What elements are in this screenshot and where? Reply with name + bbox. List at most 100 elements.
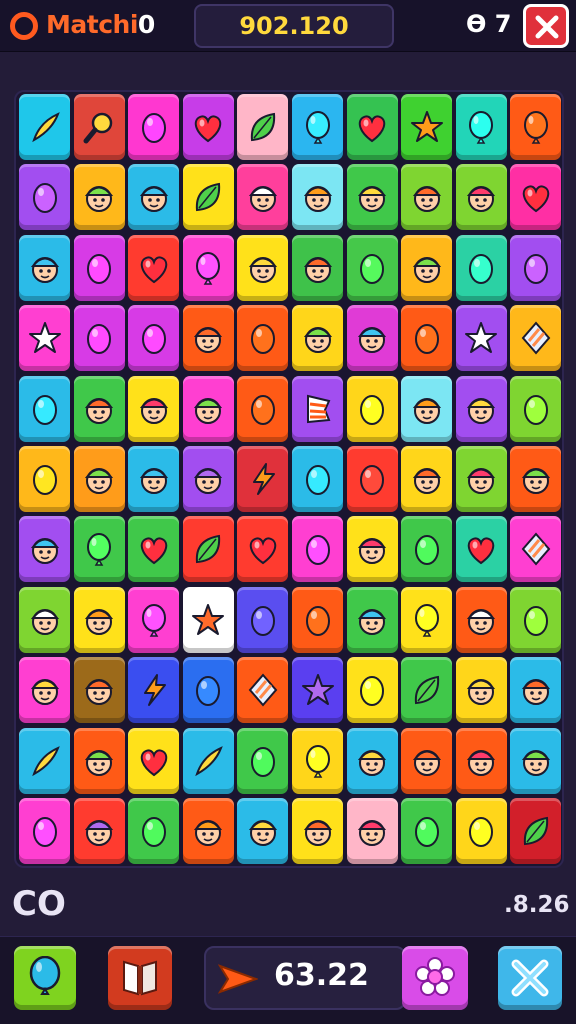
tile-face[interactable] bbox=[73, 446, 125, 512]
tile-face[interactable] bbox=[182, 305, 234, 372]
tile-face[interactable] bbox=[19, 234, 70, 301]
tile-face[interactable] bbox=[128, 375, 180, 442]
tile-egg[interactable] bbox=[19, 798, 70, 864]
tile-balloon[interactable] bbox=[292, 94, 343, 160]
tile-egg[interactable] bbox=[510, 586, 562, 653]
tile-star[interactable] bbox=[401, 94, 453, 160]
tile-magnifier[interactable] bbox=[73, 94, 125, 160]
tile-egg[interactable] bbox=[401, 798, 453, 864]
tile-heart[interactable] bbox=[237, 516, 289, 583]
tile-egg[interactable] bbox=[73, 234, 125, 301]
tile-face[interactable] bbox=[182, 798, 234, 864]
tile-face[interactable] bbox=[346, 305, 398, 372]
tile-balloon[interactable] bbox=[292, 727, 343, 794]
tile-face[interactable] bbox=[346, 727, 398, 794]
tile-face[interactable] bbox=[401, 446, 453, 512]
tile-egg[interactable] bbox=[182, 657, 234, 724]
tile-face[interactable] bbox=[19, 516, 70, 583]
tile-face[interactable] bbox=[237, 234, 289, 301]
tile-face[interactable] bbox=[182, 446, 234, 512]
tile-heart[interactable] bbox=[346, 94, 398, 160]
tile-egg[interactable] bbox=[128, 798, 180, 864]
tile-heart[interactable] bbox=[182, 94, 234, 160]
tile-egg[interactable] bbox=[237, 727, 289, 794]
tile-balloon[interactable] bbox=[455, 94, 507, 160]
tile-face[interactable] bbox=[346, 586, 398, 653]
tile-leaf[interactable] bbox=[182, 516, 234, 583]
shuffle-button[interactable] bbox=[498, 946, 562, 1010]
tile-leaf[interactable] bbox=[182, 164, 234, 231]
tile-egg[interactable] bbox=[292, 516, 343, 583]
tile-face[interactable] bbox=[73, 727, 125, 794]
tile-egg[interactable] bbox=[510, 375, 562, 442]
tile-face[interactable] bbox=[292, 798, 343, 864]
close-button[interactable] bbox=[523, 4, 569, 48]
tile-egg[interactable] bbox=[19, 446, 70, 512]
tile-face[interactable] bbox=[128, 164, 180, 231]
tile-flame[interactable] bbox=[128, 657, 180, 724]
tile-face[interactable] bbox=[510, 657, 562, 724]
tile-heart[interactable] bbox=[128, 727, 180, 794]
tile-egg[interactable] bbox=[237, 375, 289, 442]
tile-face[interactable] bbox=[128, 446, 180, 512]
tile-star[interactable] bbox=[455, 305, 507, 372]
tile-face[interactable] bbox=[401, 234, 453, 301]
tile-egg[interactable] bbox=[237, 586, 289, 653]
tile-egg[interactable] bbox=[128, 94, 180, 160]
tile-face[interactable] bbox=[510, 446, 562, 512]
tile-face[interactable] bbox=[73, 657, 125, 724]
tile-heart[interactable] bbox=[128, 234, 180, 301]
tile-egg[interactable] bbox=[346, 657, 398, 724]
tile-face[interactable] bbox=[455, 164, 507, 231]
tile-face[interactable] bbox=[455, 586, 507, 653]
tile-face[interactable] bbox=[455, 727, 507, 794]
tile-feather[interactable] bbox=[182, 727, 234, 794]
tile-face[interactable] bbox=[237, 164, 289, 231]
tile-leaf[interactable] bbox=[510, 798, 562, 864]
tile-heart[interactable] bbox=[128, 516, 180, 583]
tile-feather[interactable] bbox=[19, 727, 70, 794]
tile-face[interactable] bbox=[73, 375, 125, 442]
tile-egg[interactable] bbox=[346, 375, 398, 442]
tile-face[interactable] bbox=[510, 727, 562, 794]
tile-egg[interactable] bbox=[346, 234, 398, 301]
tile-flame[interactable] bbox=[237, 446, 289, 512]
tile-face[interactable] bbox=[401, 727, 453, 794]
tile-leaf[interactable] bbox=[237, 94, 289, 160]
hint-balloon-button[interactable] bbox=[14, 946, 76, 1010]
tile-egg[interactable] bbox=[128, 305, 180, 372]
tile-egg[interactable] bbox=[292, 586, 343, 653]
tile-egg[interactable] bbox=[455, 798, 507, 864]
tile-face[interactable] bbox=[237, 798, 289, 864]
tile-face[interactable] bbox=[455, 375, 507, 442]
tile-egg[interactable] bbox=[455, 234, 507, 301]
tile-leaf[interactable] bbox=[401, 657, 453, 724]
tile-face[interactable] bbox=[73, 164, 125, 231]
tile-feather[interactable] bbox=[19, 94, 70, 160]
tile-egg[interactable] bbox=[19, 164, 70, 231]
tile-face[interactable] bbox=[401, 375, 453, 442]
tile-diamond[interactable] bbox=[237, 657, 289, 724]
tile-balloon[interactable] bbox=[73, 516, 125, 583]
tile-star[interactable] bbox=[292, 657, 343, 724]
tile-face[interactable] bbox=[401, 164, 453, 231]
flower-powerup-button[interactable] bbox=[402, 946, 468, 1010]
tile-egg[interactable] bbox=[237, 305, 289, 372]
tile-face[interactable] bbox=[346, 798, 398, 864]
tile-balloon[interactable] bbox=[128, 586, 180, 653]
tile-diamond[interactable] bbox=[510, 305, 562, 372]
tile-egg[interactable] bbox=[346, 446, 398, 512]
tile-face[interactable] bbox=[455, 657, 507, 724]
tile-egg[interactable] bbox=[73, 305, 125, 372]
tile-face[interactable] bbox=[346, 164, 398, 231]
tile-face[interactable] bbox=[292, 305, 343, 372]
tile-egg[interactable] bbox=[401, 305, 453, 372]
tile-balloon[interactable] bbox=[182, 234, 234, 301]
tile-egg[interactable] bbox=[292, 446, 343, 512]
tile-face[interactable] bbox=[455, 446, 507, 512]
tile-face[interactable] bbox=[19, 586, 70, 653]
tile-heart[interactable] bbox=[510, 164, 562, 231]
book-button[interactable] bbox=[108, 946, 172, 1010]
tile-heart[interactable] bbox=[455, 516, 507, 583]
tile-face[interactable] bbox=[292, 164, 343, 231]
